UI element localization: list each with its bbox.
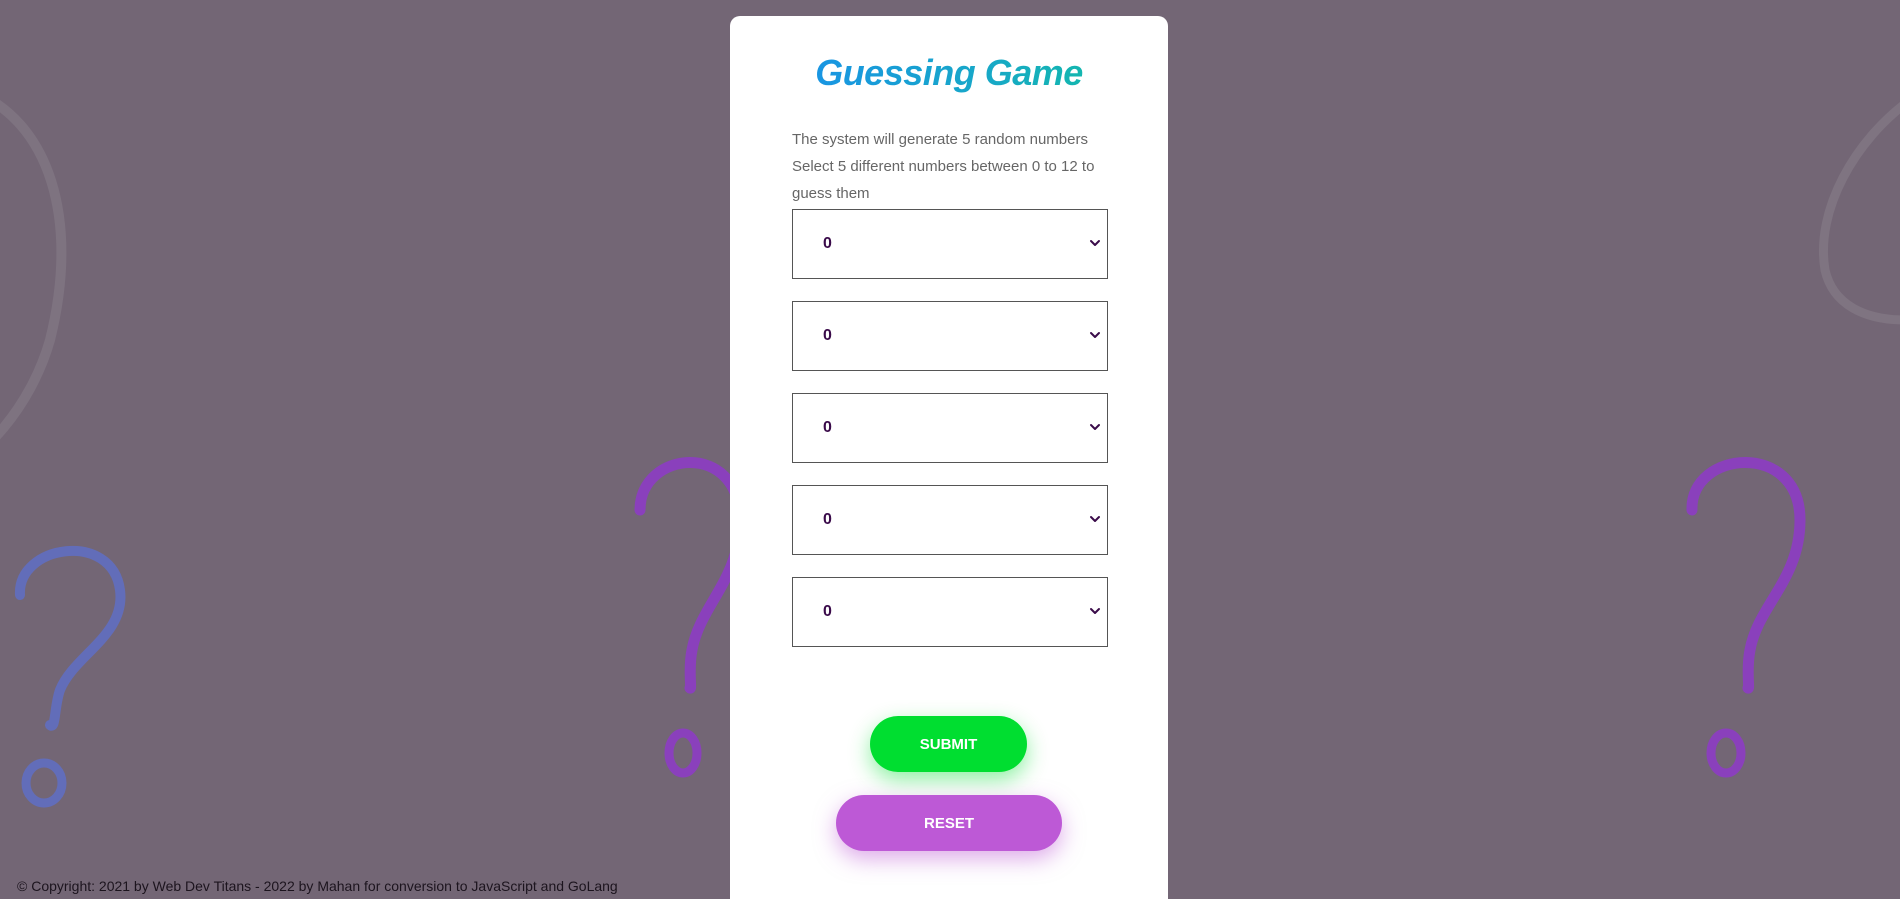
number-select-5[interactable]: 0	[792, 577, 1108, 647]
instruction-line-2: Select 5 different numbers between 0 to …	[792, 158, 1095, 202]
copyright-footer: © Copyright: 2021 by Web Dev Titans - 20…	[17, 878, 618, 894]
number-select-1[interactable]: 0	[792, 209, 1108, 279]
question-mark-icon	[1819, 102, 1900, 325]
chevron-down-icon	[1090, 332, 1100, 338]
submit-button[interactable]: SUBMIT	[870, 716, 1027, 772]
chevron-down-icon	[1090, 516, 1100, 522]
select-value: 0	[823, 419, 832, 436]
number-select-4[interactable]: 0	[792, 485, 1108, 555]
page-title: Guessing Game	[730, 52, 1168, 94]
select-value: 0	[823, 511, 832, 528]
game-card: Guessing Game The system will generate 5…	[730, 16, 1168, 899]
select-value: 0	[823, 327, 832, 344]
chevron-down-icon	[1090, 424, 1100, 430]
chevron-down-icon	[1090, 240, 1100, 246]
reset-button[interactable]: RESET	[836, 795, 1062, 851]
number-select-2[interactable]: 0	[792, 301, 1108, 371]
number-select-3[interactable]: 0	[792, 393, 1108, 463]
question-mark-icon	[0, 100, 67, 440]
chevron-down-icon	[1090, 608, 1100, 614]
select-value: 0	[823, 235, 832, 252]
select-value: 0	[823, 603, 832, 620]
question-mark-icon	[14, 545, 126, 808]
question-mark-icon	[1686, 457, 1806, 778]
instruction-line-1: The system will generate 5 random number…	[792, 131, 1088, 148]
instructions: The system will generate 5 random number…	[792, 126, 1112, 207]
